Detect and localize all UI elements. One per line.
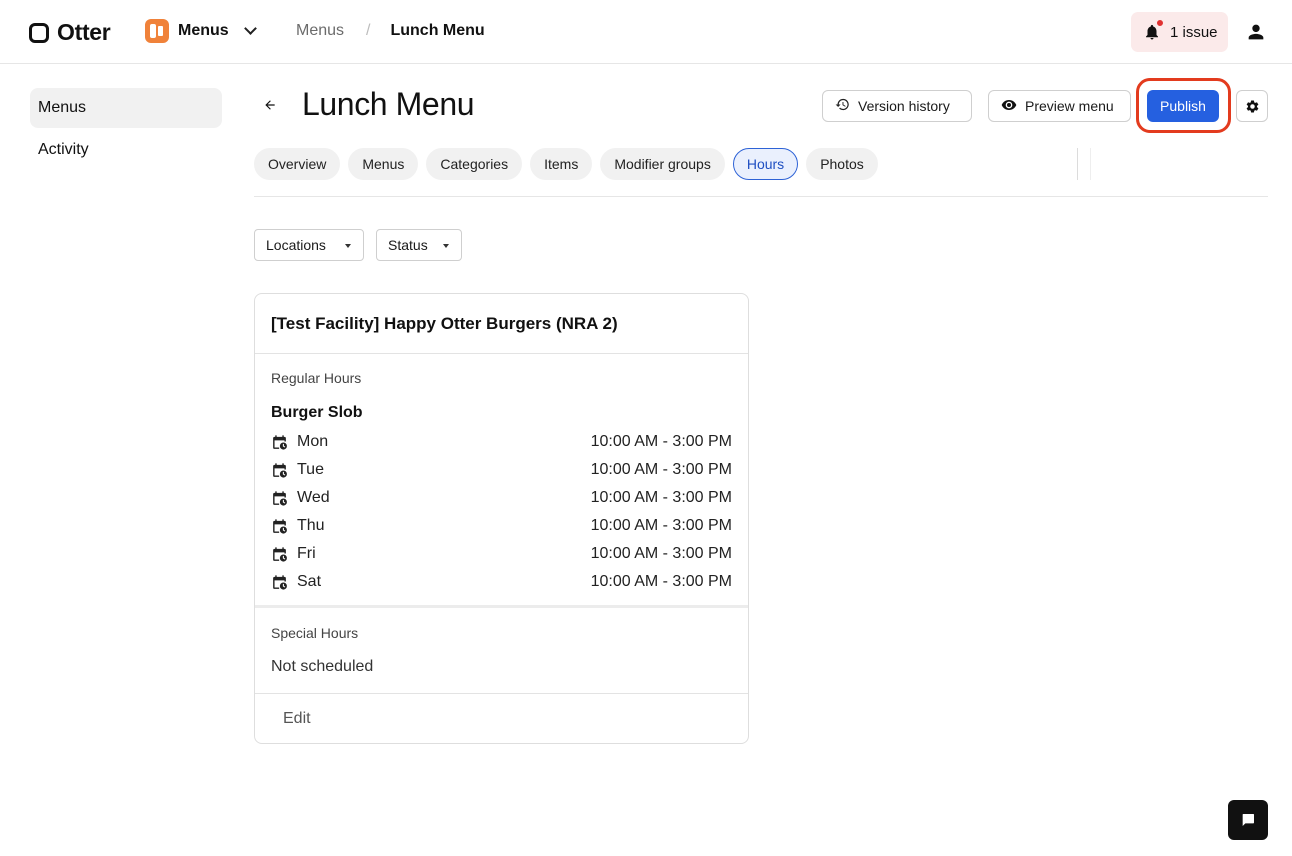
menus-app-icon [145,19,169,43]
breadcrumb-menus-link[interactable]: Menus [296,22,344,40]
edit-hours-button[interactable]: Edit [283,710,311,728]
history-icon [835,97,850,115]
logo-text: Otter [57,19,111,45]
tabs-overflow-divider [1077,148,1091,180]
card-divider [255,353,748,354]
caret-down-icon [443,244,449,248]
chat-support-icon[interactable] [1228,800,1268,840]
tabs-divider [254,196,1268,197]
bell-icon [1143,19,1164,41]
otter-logo[interactable]: Otter [29,19,111,46]
version-history-button[interactable]: Version history [822,90,972,122]
sidebar-item-activity[interactable]: Activity [30,130,222,170]
hours-list: Mon 10:00 AM - 3:00 PM Tue 10:00 AM - 3:… [271,428,732,596]
menu-tabs: Overview Menus Categories Items Modifier… [254,148,878,180]
tab-items[interactable]: Items [530,148,593,180]
locations-filter-dropdown[interactable]: Locations [254,229,364,261]
settings-gear-icon[interactable] [1236,90,1268,122]
locations-filter-label: Locations [266,237,326,253]
version-history-label: Version history [858,98,950,114]
time-range: 10:00 AM - 3:00 PM [590,433,732,450]
special-hours-label: Special Hours [271,625,359,641]
schedule-group-name: Burger Slob [271,404,363,421]
tab-menus[interactable]: Menus [348,148,419,180]
time-range: 10:00 AM - 3:00 PM [590,545,732,562]
status-filter-label: Status [388,237,428,253]
app-name: Menus [178,22,229,39]
back-arrow-icon[interactable] [259,94,281,116]
hours-row: Sat 10:00 AM - 3:00 PM [271,568,732,596]
hours-row: Wed 10:00 AM - 3:00 PM [271,484,732,512]
otter-logo-mark-icon [29,22,49,43]
status-filter-dropdown[interactable]: Status [376,229,462,261]
sidebar-item-menus[interactable]: Menus [30,88,222,128]
app-switcher[interactable]: Menus [145,19,257,43]
preview-menu-button[interactable]: Preview menu [988,90,1131,122]
time-range: 10:00 AM - 3:00 PM [590,461,732,478]
calendar-clock-icon [273,462,287,478]
eye-icon [1001,97,1017,116]
breadcrumb: Menus / Lunch Menu [296,22,485,40]
day-label: Tue [297,461,324,478]
calendar-clock-icon [273,434,287,450]
day-label: Sat [297,573,322,590]
top-bar: Otter Menus Menus / Lunch Menu 1 issue [0,0,1292,64]
issues-button[interactable]: 1 issue [1131,12,1228,52]
hours-row: Thu 10:00 AM - 3:00 PM [271,512,732,540]
day-label: Mon [297,433,329,450]
breadcrumb-separator: / [366,22,371,39]
caret-down-icon [345,244,351,248]
regular-hours-label: Regular Hours [271,370,362,386]
tab-hours[interactable]: Hours [732,148,799,180]
issues-label: 1 issue [1170,23,1218,41]
notification-dot [1156,19,1164,27]
calendar-clock-icon [273,546,287,562]
preview-menu-label: Preview menu [1025,98,1114,114]
time-range: 10:00 AM - 3:00 PM [590,517,732,534]
tab-modifier-groups[interactable]: Modifier groups [600,148,725,180]
tab-photos[interactable]: Photos [806,148,878,180]
location-name: [Test Facility] Happy Otter Burgers (NRA… [271,314,618,333]
time-range: 10:00 AM - 3:00 PM [590,573,732,590]
hours-row: Fri 10:00 AM - 3:00 PM [271,540,732,568]
publish-button[interactable]: Publish [1147,90,1219,122]
card-divider [255,693,748,694]
chevron-down-icon [243,22,257,35]
calendar-clock-icon [273,518,287,534]
calendar-clock-icon [273,490,287,506]
day-label: Thu [297,517,325,534]
time-range: 10:00 AM - 3:00 PM [590,489,732,506]
hours-row: Tue 10:00 AM - 3:00 PM [271,456,732,484]
special-hours-value: Not scheduled [271,658,374,675]
calendar-clock-icon [273,574,287,590]
day-label: Fri [297,545,316,562]
tab-categories[interactable]: Categories [426,148,523,180]
hours-row: Mon 10:00 AM - 3:00 PM [271,428,732,456]
breadcrumb-current: Lunch Menu [390,22,485,39]
user-account-icon[interactable] [1245,21,1267,43]
sidebar: Menus Activity [30,88,222,172]
location-hours-card: [Test Facility] Happy Otter Burgers (NRA… [254,293,749,744]
section-divider [255,605,748,608]
day-label: Wed [297,489,330,506]
tab-overview[interactable]: Overview [254,148,341,180]
page-title: Lunch Menu [302,86,475,122]
